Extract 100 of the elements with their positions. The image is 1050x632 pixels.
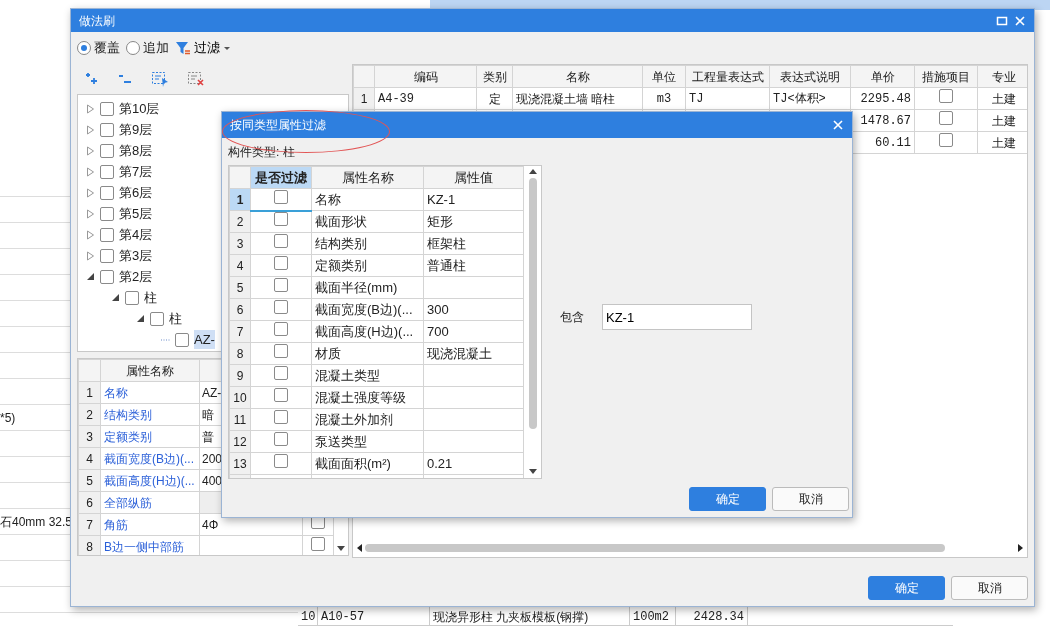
collapse-all-icon[interactable] xyxy=(117,72,133,86)
ok-button[interactable]: 确定 xyxy=(689,487,766,511)
table-cell: 框架柱 xyxy=(423,232,524,255)
checkbox[interactable] xyxy=(274,278,288,292)
row-number: 7 xyxy=(229,320,251,343)
checkbox[interactable] xyxy=(939,133,953,147)
scrollbar-thumb[interactable] xyxy=(529,178,537,429)
checkbox[interactable] xyxy=(274,454,288,468)
checkbox[interactable] xyxy=(100,143,114,158)
table-cell: 角筋 xyxy=(100,513,200,536)
expand-icon[interactable] xyxy=(86,187,95,198)
checkbox[interactable] xyxy=(274,388,288,402)
row-number: 5 xyxy=(78,469,101,492)
expand-icon[interactable] xyxy=(86,124,95,135)
row-number: 12 xyxy=(229,430,251,453)
checkbox[interactable] xyxy=(100,227,114,242)
radio-option[interactable]: 追加 xyxy=(126,38,169,58)
column-header: 属性名称 xyxy=(100,359,200,382)
scroll-right-icon[interactable] xyxy=(1018,544,1024,552)
checkbox[interactable] xyxy=(274,256,288,270)
collapse-icon[interactable] xyxy=(86,272,95,281)
scroll-left-icon[interactable] xyxy=(356,544,362,552)
checkbox[interactable] xyxy=(100,122,114,137)
checkbox[interactable] xyxy=(150,311,164,326)
column-header: 单位 xyxy=(642,65,686,88)
checkbox[interactable] xyxy=(311,537,325,551)
checkbox[interactable] xyxy=(100,185,114,200)
tree-item[interactable]: 柱 xyxy=(144,287,157,308)
checkbox[interactable] xyxy=(274,410,288,424)
table-cell: 矩形 xyxy=(423,210,524,233)
table-cell: 混凝土外加剂 xyxy=(311,408,424,431)
tree-item[interactable]: 第7层 xyxy=(119,161,153,182)
table-cell: 定额类别 xyxy=(100,425,200,448)
tree-item[interactable]: 第9层 xyxy=(119,119,153,140)
tree-item[interactable]: 第10层 xyxy=(119,98,160,119)
tree-item[interactable]: 第8层 xyxy=(119,140,153,161)
scroll-down-icon[interactable] xyxy=(337,546,345,552)
column-header: 是否过滤 xyxy=(250,166,312,189)
row-number: 6 xyxy=(78,491,101,514)
maximize-icon[interactable] xyxy=(996,14,1008,27)
column-header: 表达式说明 xyxy=(769,65,851,88)
tree-item[interactable]: 第2层 xyxy=(119,266,153,287)
checkbox[interactable] xyxy=(274,300,288,314)
checkbox[interactable] xyxy=(100,164,114,179)
scroll-up-icon[interactable] xyxy=(529,169,537,175)
checkbox[interactable] xyxy=(274,432,288,446)
table-cell: 名称 xyxy=(311,188,424,211)
checkbox[interactable] xyxy=(939,89,953,103)
ok-button[interactable]: 确定 xyxy=(868,576,945,600)
tree-item[interactable]: 柱 xyxy=(169,308,182,329)
tree-item[interactable]: 第5层 xyxy=(119,203,153,224)
table-cell: m3 xyxy=(642,87,686,110)
expand-icon[interactable] xyxy=(86,145,95,156)
table-cell: 截面形状 xyxy=(311,210,424,233)
close-icon[interactable] xyxy=(1014,14,1026,27)
checkbox[interactable] xyxy=(100,206,114,221)
table-cell: A4-39 xyxy=(374,87,477,110)
row-number: 1 xyxy=(353,87,375,110)
row-number: 2 xyxy=(78,403,101,426)
row-number: 1 xyxy=(78,381,101,404)
column-header: 措施项目 xyxy=(914,65,978,88)
select-icon[interactable] xyxy=(151,71,169,87)
radio-option[interactable]: 覆盖 xyxy=(77,38,120,58)
scrollbar-thumb[interactable] xyxy=(365,544,945,552)
expand-icon[interactable] xyxy=(86,250,95,261)
cancel-button[interactable]: 取消 xyxy=(772,487,849,511)
collapse-icon[interactable] xyxy=(136,314,145,323)
checkbox[interactable] xyxy=(274,322,288,336)
checkbox[interactable] xyxy=(100,248,114,263)
scroll-down-icon[interactable] xyxy=(529,469,537,475)
checkbox[interactable] xyxy=(939,111,953,125)
cancel-button[interactable]: 取消 xyxy=(951,576,1028,600)
checkbox[interactable] xyxy=(100,101,114,116)
expand-icon[interactable] xyxy=(86,208,95,219)
checkbox[interactable] xyxy=(274,344,288,358)
tree-item[interactable]: 第6层 xyxy=(119,182,153,203)
table-cell: 普通柱 xyxy=(423,254,524,277)
checkbox[interactable] xyxy=(175,332,189,347)
row-number: 2 xyxy=(229,210,251,233)
checkbox[interactable] xyxy=(125,290,139,305)
checkbox[interactable] xyxy=(100,269,114,284)
checkbox[interactable] xyxy=(274,366,288,380)
tree-item[interactable]: 第4层 xyxy=(119,224,153,245)
checkbox[interactable] xyxy=(274,212,288,227)
tree-item[interactable]: 第3层 xyxy=(119,245,153,266)
row-number: 8 xyxy=(229,342,251,365)
checkbox[interactable] xyxy=(274,234,288,248)
filter-dropdown[interactable]: 过滤 xyxy=(175,38,231,58)
close-icon[interactable] xyxy=(832,119,844,131)
expand-all-icon[interactable] xyxy=(83,72,99,86)
collapse-icon[interactable] xyxy=(111,293,120,302)
clear-selection-icon[interactable] xyxy=(187,71,205,87)
table-cell: KZ-1 xyxy=(423,188,524,211)
expand-icon[interactable] xyxy=(86,166,95,177)
expand-icon[interactable] xyxy=(86,229,95,240)
expand-icon[interactable] xyxy=(86,103,95,114)
input-field[interactable]: KZ-1 xyxy=(602,304,752,330)
table-cell: 300 xyxy=(423,298,524,321)
tree-item[interactable]: AZ- xyxy=(194,329,215,350)
checkbox[interactable] xyxy=(274,189,288,204)
